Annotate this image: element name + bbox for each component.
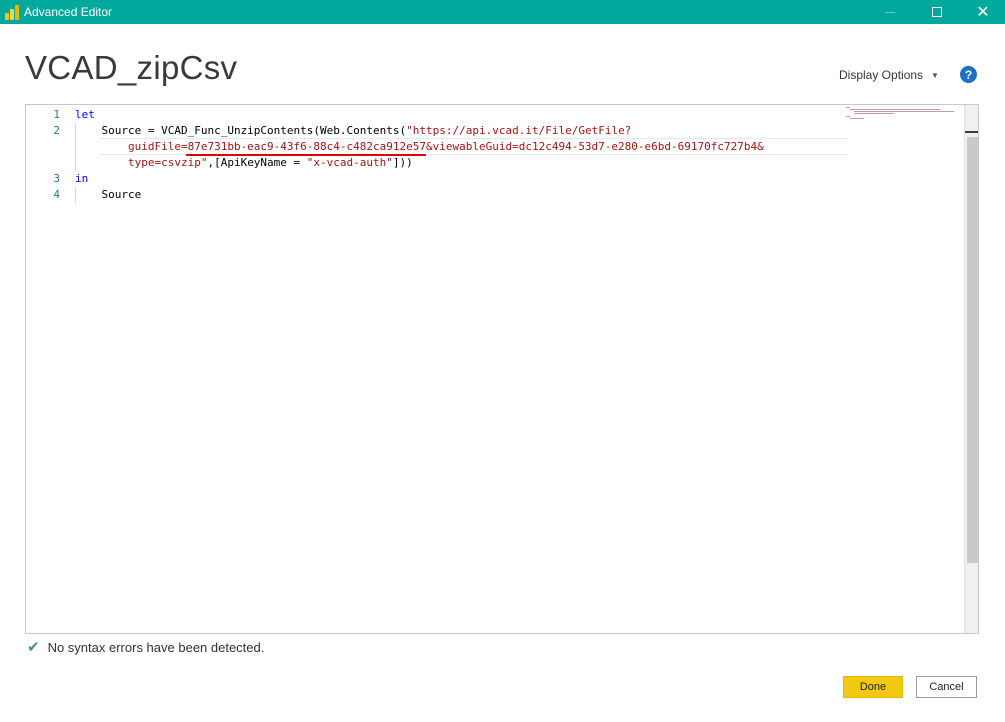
line-text: Source (75, 187, 141, 203)
window-title: Advanced Editor (24, 5, 113, 19)
vertical-scrollbar[interactable] (964, 105, 978, 633)
check-icon: ✔ (27, 639, 40, 656)
help-icon[interactable]: ? (960, 66, 977, 83)
syntax-status: ✔ No syntax errors have been detected. (27, 638, 264, 656)
status-message: No syntax errors have been detected. (47, 639, 265, 655)
code-token: ,[ApiKeyName = (207, 156, 307, 169)
query-name-title: VCAD_zipCsv (25, 49, 238, 86)
keyword-token: in (75, 172, 89, 185)
maximize-button[interactable] (917, 0, 957, 24)
code-token: ])) (392, 156, 413, 169)
indent-guide (75, 123, 76, 171)
minimize-icon (885, 11, 895, 13)
line-text: in (75, 171, 88, 187)
done-button[interactable]: Done (843, 676, 903, 698)
string-token: type=csvzip" (75, 156, 208, 169)
chevron-down-icon: ▼ (931, 70, 939, 80)
minimap[interactable] (846, 107, 956, 127)
line-text: let (75, 107, 95, 123)
line-number: 2 (53, 124, 60, 137)
keyword-token: let (75, 108, 95, 121)
maximize-icon (932, 7, 942, 17)
string-token: "x-vcad-auth" (306, 156, 393, 169)
code-token: Source = VCAD_Func_UnzipContents(Web.Con… (75, 124, 407, 137)
code-editor[interactable]: 1 let 2 Source = VCAD_Func_UnzipContents(W… (25, 104, 979, 634)
indent-guide (75, 187, 76, 203)
minimize-button[interactable] (870, 0, 910, 24)
scroll-position-marker (965, 131, 978, 133)
line-number: 3 (53, 172, 60, 185)
powerbi-icon (5, 4, 19, 20)
title-bar: Advanced Editor ✕ (0, 0, 1005, 24)
close-icon: ✕ (976, 4, 990, 21)
line-text: guidFile=87e731bb-eac9-43f6-88c4-c482ca9… (75, 139, 764, 155)
line-text: Source = VCAD_Func_UnzipContents(Web.Con… (75, 123, 631, 139)
line-number: 4 (53, 188, 60, 201)
display-options-dropdown[interactable]: Display Options ▼ (839, 68, 939, 82)
guid-underline-annotation (186, 154, 426, 156)
line-text: type=csvzip",[ApiKeyName = "x-vcad-auth"… (75, 155, 413, 171)
line-number: 1 (53, 108, 60, 121)
string-token: guidFile=87e731bb-eac9-43f6-88c4-c482ca9… (75, 140, 764, 153)
code-token: Source (75, 188, 142, 201)
scrollbar-thumb[interactable] (967, 137, 978, 563)
string-token: "https://api.vcad.it/File/GetFile? (406, 124, 632, 137)
display-options-label: Display Options (839, 68, 924, 82)
cancel-button[interactable]: Cancel (916, 676, 977, 698)
close-button[interactable]: ✕ (963, 0, 1003, 24)
wrap-separator (100, 138, 848, 139)
